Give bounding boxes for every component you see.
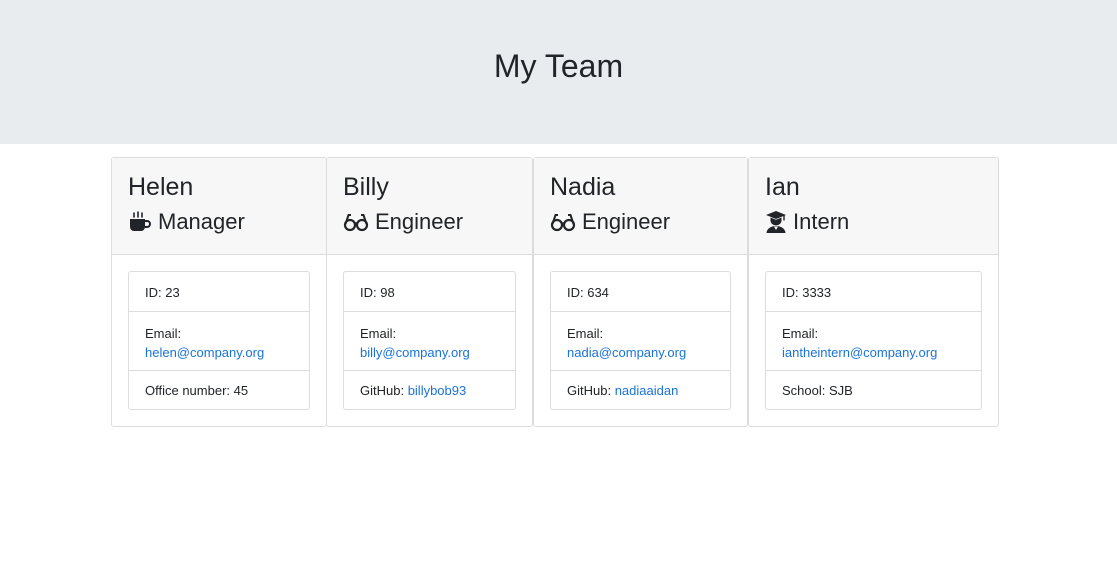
- office-number-label: Office number: 45: [145, 383, 249, 398]
- employee-role-label: Manager: [158, 209, 245, 234]
- employee-role-label: Engineer: [582, 209, 671, 234]
- employee-role-label: Intern: [793, 209, 850, 234]
- email-label: Email:: [145, 326, 182, 341]
- employee-email-row: Email: billy@company.org: [344, 311, 515, 370]
- employee-name: Billy: [343, 173, 389, 201]
- card-header: Helen Manager: [112, 158, 326, 255]
- employee-id: ID: 23: [145, 285, 180, 300]
- email-label: Email:: [360, 326, 397, 341]
- github-label: GitHub:: [567, 383, 615, 398]
- page-title: My Team: [493, 47, 624, 84]
- employee-role: Engineer: [343, 208, 516, 236]
- school-row: School: SJB: [766, 370, 981, 409]
- card-body: ID: 98 Email: billy@company.org GitHub: …: [327, 255, 532, 426]
- employee-id: ID: 634: [567, 285, 609, 300]
- employee-card: Nadia Engineer ID: 634 Email: nadia@comp…: [533, 157, 748, 427]
- card-body: ID: 3333 Email: iantheintern@company.org…: [749, 255, 998, 426]
- employee-name: Helen: [128, 173, 194, 201]
- employee-details: ID: 634 Email: nadia@company.org GitHub:…: [550, 271, 731, 410]
- coffee-icon: [128, 211, 152, 233]
- card-header: Nadia Engineer: [534, 158, 747, 255]
- employee-email-row: Email: helen@company.org: [129, 311, 309, 370]
- card-body: ID: 23 Email: helen@company.org Office n…: [112, 255, 326, 426]
- card-body: ID: 634 Email: nadia@company.org GitHub:…: [534, 255, 747, 426]
- employee-details: ID: 98 Email: billy@company.org GitHub: …: [343, 271, 516, 410]
- employee-role: Manager: [128, 208, 310, 236]
- employee-name: Nadia: [550, 173, 616, 201]
- employee-details: ID: 3333 Email: iantheintern@company.org…: [765, 271, 982, 410]
- github-link[interactable]: billybob93: [408, 383, 467, 398]
- employee-name: Ian: [765, 173, 800, 201]
- email-link[interactable]: billy@company.org: [360, 345, 470, 360]
- github-row: GitHub: billybob93: [344, 370, 515, 409]
- employee-email-row: Email: iantheintern@company.org: [766, 311, 981, 370]
- graduate-icon: [765, 210, 787, 234]
- employee-id: ID: 3333: [782, 285, 832, 300]
- employee-details: ID: 23 Email: helen@company.org Office n…: [128, 271, 310, 410]
- employee-card: Ian Intern ID: 3333 Email: iantheintern@…: [748, 157, 999, 427]
- employee-id: ID: 98: [360, 285, 395, 300]
- employee-role: Engineer: [550, 208, 731, 236]
- school-label: School: SJB: [782, 383, 853, 398]
- email-label: Email:: [782, 326, 819, 341]
- employee-role: Intern: [765, 208, 982, 236]
- employee-card: Billy Engineer ID: 98 Email: billy@compa…: [326, 157, 533, 427]
- email-link[interactable]: helen@company.org: [145, 345, 264, 360]
- email-label: Email:: [567, 326, 604, 341]
- card-header: Billy Engineer: [327, 158, 532, 255]
- employee-role-label: Engineer: [375, 209, 464, 234]
- github-label: GitHub:: [360, 383, 408, 398]
- page-header: My Team: [0, 0, 1117, 144]
- glasses-icon: [343, 212, 369, 232]
- email-link[interactable]: iantheintern@company.org: [782, 345, 937, 360]
- github-link[interactable]: nadiaaidan: [615, 383, 679, 398]
- card-header: Ian Intern: [749, 158, 998, 255]
- employee-email-row: Email: nadia@company.org: [551, 311, 730, 370]
- employee-card: Helen Manager ID: 23 Email: helen@compan…: [111, 157, 327, 427]
- glasses-icon: [550, 212, 576, 232]
- github-row: GitHub: nadiaaidan: [551, 370, 730, 409]
- office-number: Office number: 45: [129, 370, 309, 409]
- email-link[interactable]: nadia@company.org: [567, 345, 686, 360]
